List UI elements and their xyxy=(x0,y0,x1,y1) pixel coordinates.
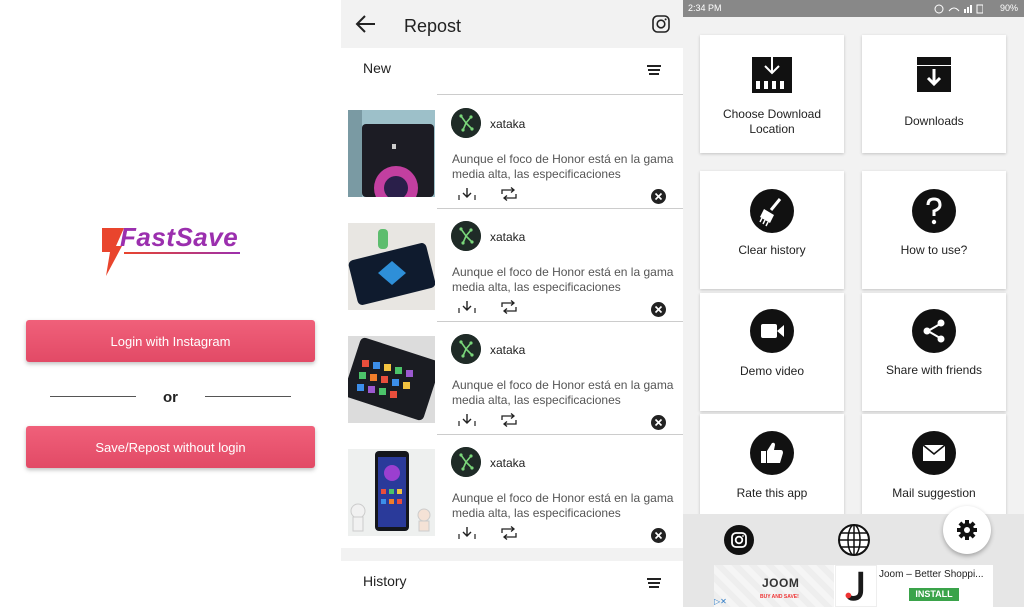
thumbs-up-icon xyxy=(750,431,794,475)
joom-app-icon xyxy=(835,565,877,607)
user-avatar[interactable] xyxy=(451,108,481,138)
tile-downloads[interactable]: Downloads xyxy=(862,35,1006,153)
globe-icon[interactable] xyxy=(838,524,870,556)
settings-button[interactable] xyxy=(943,506,991,554)
status-bar: 2:34 PM 90% xyxy=(683,0,1024,17)
tile-label: Rate this app xyxy=(736,486,808,500)
tile-label: Location xyxy=(749,122,795,136)
tile-clear-history[interactable]: Clear history xyxy=(700,171,844,289)
tile-label: Downloads xyxy=(904,114,964,128)
brand-name: FastSave xyxy=(120,222,239,252)
post-thumbnail[interactable] xyxy=(348,110,435,197)
tile-label: How to use? xyxy=(900,243,968,257)
post-item[interactable]: xataka Aunque el foco de Honor está en l… xyxy=(341,322,683,435)
ad-title: Joom – Better Shoppi... xyxy=(879,569,984,580)
post-caption: Aunque el foco de Honor está en la gama … xyxy=(452,265,674,294)
close-icon[interactable] xyxy=(651,528,666,543)
post-caption: Aunque el foco de Honor está en la gama … xyxy=(452,152,674,181)
fastsave-logo: FastSave xyxy=(100,222,250,278)
post-item[interactable]: xataka Aunque el foco de Honor está en l… xyxy=(341,435,683,548)
video-camera-icon xyxy=(750,309,794,353)
repost-icon[interactable] xyxy=(500,413,518,427)
download-location-icon xyxy=(752,55,792,93)
sort-icon[interactable] xyxy=(647,65,661,75)
mail-icon xyxy=(912,431,956,475)
post-username[interactable]: xataka xyxy=(490,230,525,244)
ad-brand: JOOM xyxy=(762,576,800,590)
post-thumbnail[interactable] xyxy=(348,336,435,423)
post-item[interactable]: xataka Aunque el foco de Honor está en l… xyxy=(341,209,683,322)
tile-label: Mail suggestion xyxy=(892,486,976,500)
broom-icon xyxy=(750,189,794,233)
battery-level: 90% xyxy=(999,3,1018,13)
ad-choices-icon[interactable]: ▷✕ xyxy=(714,597,740,607)
ad-install-button[interactable]: INSTALL xyxy=(909,588,959,601)
ad-banner[interactable]: JOOM BUY AND SAVE! ▷✕ Joom – Better Shop… xyxy=(714,565,993,607)
tile-label: Share with friends xyxy=(885,363,983,377)
history-card: History xyxy=(341,561,683,607)
download-icon[interactable] xyxy=(457,300,477,314)
save-repost-without-login-button[interactable]: Save/Repost without login xyxy=(26,426,315,468)
divider xyxy=(437,94,683,95)
close-icon[interactable] xyxy=(651,302,666,317)
repost-icon[interactable] xyxy=(500,526,518,540)
download-icon[interactable] xyxy=(457,187,477,201)
gear-icon xyxy=(957,520,977,540)
screenshot-collage: FastSave Login with Instagram or Save/Re… xyxy=(0,0,1024,607)
repost-icon[interactable] xyxy=(500,300,518,314)
question-icon xyxy=(912,189,956,233)
post-username[interactable]: xataka xyxy=(490,456,525,470)
divider-line-right xyxy=(205,396,291,397)
tile-choose-download-location[interactable]: Choose Download Location xyxy=(700,35,844,153)
login-screen: FastSave Login with Instagram or Save/Re… xyxy=(0,0,341,607)
post-username[interactable]: xataka xyxy=(490,343,525,357)
post-thumbnail[interactable] xyxy=(348,223,435,310)
or-label: or xyxy=(163,389,178,406)
or-divider: or xyxy=(50,387,291,409)
download-icon[interactable] xyxy=(457,526,477,540)
post-username[interactable]: xataka xyxy=(490,117,525,131)
section-title-new: New xyxy=(363,60,392,76)
instagram-icon[interactable] xyxy=(652,15,670,33)
user-avatar[interactable] xyxy=(451,334,481,364)
status-time: 2:34 PM xyxy=(688,3,722,13)
sort-icon[interactable] xyxy=(647,578,661,588)
share-icon xyxy=(912,309,956,353)
user-avatar[interactable] xyxy=(451,447,481,477)
login-with-instagram-button[interactable]: Login with Instagram xyxy=(26,320,315,362)
close-icon[interactable] xyxy=(651,415,666,430)
tile-label: Demo video xyxy=(739,364,805,378)
tile-demo-video[interactable]: Demo video xyxy=(700,293,844,411)
tile-share-with-friends[interactable]: Share with friends xyxy=(862,293,1006,411)
new-posts-card: New xataka Aunque el foco de Honor está … xyxy=(341,48,683,548)
repost-screen: Repost New xataka Aunque el foco de Hono… xyxy=(341,0,683,607)
post-item[interactable]: xataka Aunque el foco de Honor está en l… xyxy=(341,96,683,209)
app-bar: Repost xyxy=(341,0,683,48)
tile-label: Clear history xyxy=(738,243,806,257)
status-icons xyxy=(934,4,983,14)
post-thumbnail[interactable] xyxy=(348,449,435,536)
tile-how-to-use[interactable]: How to use? xyxy=(862,171,1006,289)
page-title: Repost xyxy=(404,16,462,36)
section-title-history: History xyxy=(363,573,407,589)
post-caption: Aunque el foco de Honor está en la gama … xyxy=(452,378,674,407)
repost-icon[interactable] xyxy=(500,187,518,201)
brand-underline xyxy=(124,252,240,254)
tile-label: Choose Download xyxy=(722,107,822,121)
user-avatar[interactable] xyxy=(451,221,481,251)
close-icon[interactable] xyxy=(651,189,666,204)
ad-tagline: BUY AND SAVE! xyxy=(760,594,799,600)
download-icon[interactable] xyxy=(457,413,477,427)
downloads-box-icon xyxy=(917,57,951,92)
menu-screen: 2:34 PM 90% Choose Download Location Dow… xyxy=(683,0,1024,607)
instagram-icon[interactable] xyxy=(724,525,754,555)
post-caption: Aunque el foco de Honor está en la gama … xyxy=(452,491,674,520)
back-arrow-icon[interactable] xyxy=(355,14,377,34)
